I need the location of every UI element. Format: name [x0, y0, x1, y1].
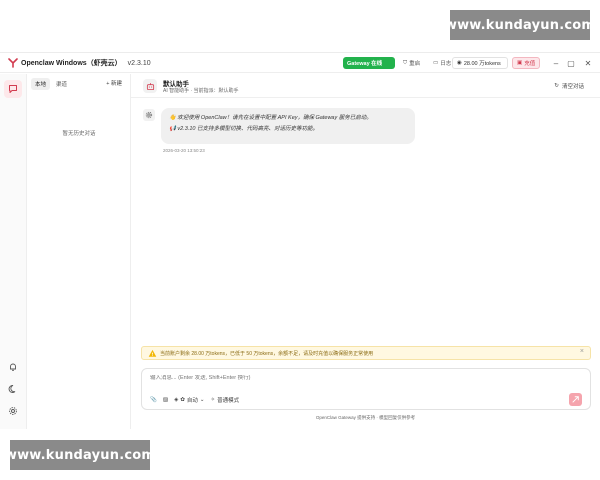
message-avatar [143, 109, 155, 121]
clear-conversation-label: 清空对话 [561, 84, 584, 90]
attach-button[interactable]: 📎 [150, 397, 157, 403]
send-icon [572, 396, 579, 403]
refresh-icon: ↻ [554, 83, 559, 89]
minimize-icon[interactable]: – [550, 57, 562, 69]
dismiss-warning-icon[interactable]: × [580, 348, 584, 355]
warning-text: 当前账户剩余 28.00 万tokens，已低于 50 万tokens，余额不足… [160, 350, 374, 357]
chevron-down-icon: ⌄ [199, 397, 205, 403]
restart-button[interactable]: ⛉ 重启 [399, 57, 424, 69]
app-name: Openclaw Windows（虾壳云） [21, 60, 122, 67]
robot-icon [146, 82, 154, 90]
message-timestamp: 2026-03-20 13:50:23 [163, 148, 205, 153]
gear-avatar-icon [145, 111, 153, 119]
icon-rail [0, 74, 27, 429]
model-selector[interactable]: ◈ ✿ 自动 ⌄ [174, 396, 204, 404]
composer-toolbar: 📎 ▨ ◈ ✿ 自动 ⌄ ✧ 普通模式 [150, 396, 239, 404]
megaphone-emoji-icon: 📢 [169, 126, 176, 132]
new-conversation-button[interactable]: + 新建 [106, 79, 122, 87]
message-input[interactable] [150, 375, 530, 381]
message-line-2: v2.3.10 已支持多模型切换、代码高亮、对话历史等功能。 [177, 126, 318, 132]
shield-icon: ⛉ [403, 59, 408, 66]
settings-button[interactable] [4, 402, 22, 420]
clear-conversation-button[interactable]: ↻ 清空对话 [554, 82, 584, 90]
model-selector-label: 自动 [186, 398, 198, 404]
model-logo-icon: ✿ [180, 397, 185, 403]
log-label: 日志 [440, 61, 452, 67]
wave-emoji-icon: 👋 [169, 115, 176, 121]
coin-icon: ◉ [457, 60, 462, 66]
recharge-label: 充值 [524, 61, 536, 67]
page: www.kundayun.com Openclaw Windows（虾壳云） v2… [0, 0, 600, 480]
chat-header: 默认助手 AI 智能助手 · 当前指派：默认助手 ↻ 清空对话 [131, 74, 600, 98]
message-line-1: 欢迎使用 OpenClaw！请先在设置中配置 API Key，确保 Gatewa… [177, 115, 372, 121]
token-balance-label: 28.00 万tokens [463, 61, 501, 67]
bot-subtitle: AI 智能助手 · 当前指派：默认助手 [163, 88, 239, 94]
sparkle-icon: ✧ [210, 397, 216, 403]
message-line: 👋 欢迎使用 OpenClaw！请先在设置中配置 API Key，确保 Gate… [169, 113, 407, 124]
warning-icon [148, 349, 157, 357]
chat-nav-button[interactable] [4, 80, 22, 98]
close-icon[interactable]: ✕ [582, 57, 594, 69]
recharge-button[interactable]: ▣ 充值 [512, 57, 540, 69]
chat-main: 默认助手 AI 智能助手 · 当前指派：默认助手 ↻ 清空对话 👋 欢迎使用 O… [131, 74, 600, 429]
image-icon: ▨ [162, 397, 169, 403]
gear-icon [9, 407, 17, 415]
bell-icon [10, 363, 16, 371]
restart-label: 重启 [409, 61, 421, 67]
image-button[interactable]: ▨ [163, 397, 168, 403]
log-icon: ▭ [433, 60, 439, 66]
notifications-button[interactable] [4, 358, 22, 376]
message-line: 📢 v2.3.10 已支持多模型切换、代码高亮、对话历史等功能。 [169, 124, 407, 135]
gateway-status-badge[interactable]: Gateway 在线 [343, 57, 395, 69]
wallet-icon: ▣ [517, 60, 523, 66]
bot-avatar [143, 79, 157, 93]
mode-selector-label: 普通模式 [217, 398, 240, 404]
maximize-icon[interactable]: ▢ [565, 57, 577, 69]
watermark-bottom: www.kundayun.com [5, 440, 155, 470]
theme-toggle-button[interactable] [4, 380, 22, 398]
title-bar: Openclaw Windows（虾壳云） v2.3.10 Gateway 在线 … [0, 53, 600, 73]
app-window: Openclaw Windows（虾壳云） v2.3.10 Gateway 在线 … [0, 52, 600, 429]
token-balance[interactable]: ◉ 28.00 万tokens [452, 57, 508, 69]
sidebar-tabs: 本地 渠道 [31, 78, 71, 90]
empty-history-text: 暂无历史对话 [62, 131, 96, 137]
gateway-status-label: Gateway 在线 [347, 61, 383, 67]
mode-selector[interactable]: ✧ 普通模式 [211, 396, 240, 404]
low-balance-warning: 当前账户剩余 28.00 万tokens，已低于 50 万tokens，余额不足… [141, 346, 591, 360]
conversation-sidebar: 本地 渠道 + 新建 暂无历史对话 [27, 74, 131, 429]
message-composer: 📎 ▨ ◈ ✿ 自动 ⌄ ✧ 普通模式 [141, 368, 591, 410]
app-title: Openclaw Windows（虾壳云） v2.3.10 [21, 58, 151, 68]
assistant-message-bubble: 👋 欢迎使用 OpenClaw！请先在设置中配置 API Key，确保 Gate… [161, 108, 415, 144]
chat-icon [9, 85, 17, 93]
footer-note: OpenClaw Gateway 提供支持 · 模型回复仅供参考 [315, 415, 416, 420]
paperclip-icon: 📎 [150, 397, 157, 403]
app-version: v2.3.10 [127, 60, 151, 67]
send-button[interactable] [569, 393, 582, 406]
layers-icon: ◈ [174, 397, 179, 403]
openclaw-logo-icon [8, 58, 18, 68]
tab-channel[interactable]: 渠道 [52, 78, 71, 90]
watermark-top: www.kundayun.com [445, 10, 595, 40]
tab-local[interactable]: 本地 [31, 78, 51, 90]
moon-icon [8, 385, 16, 393]
